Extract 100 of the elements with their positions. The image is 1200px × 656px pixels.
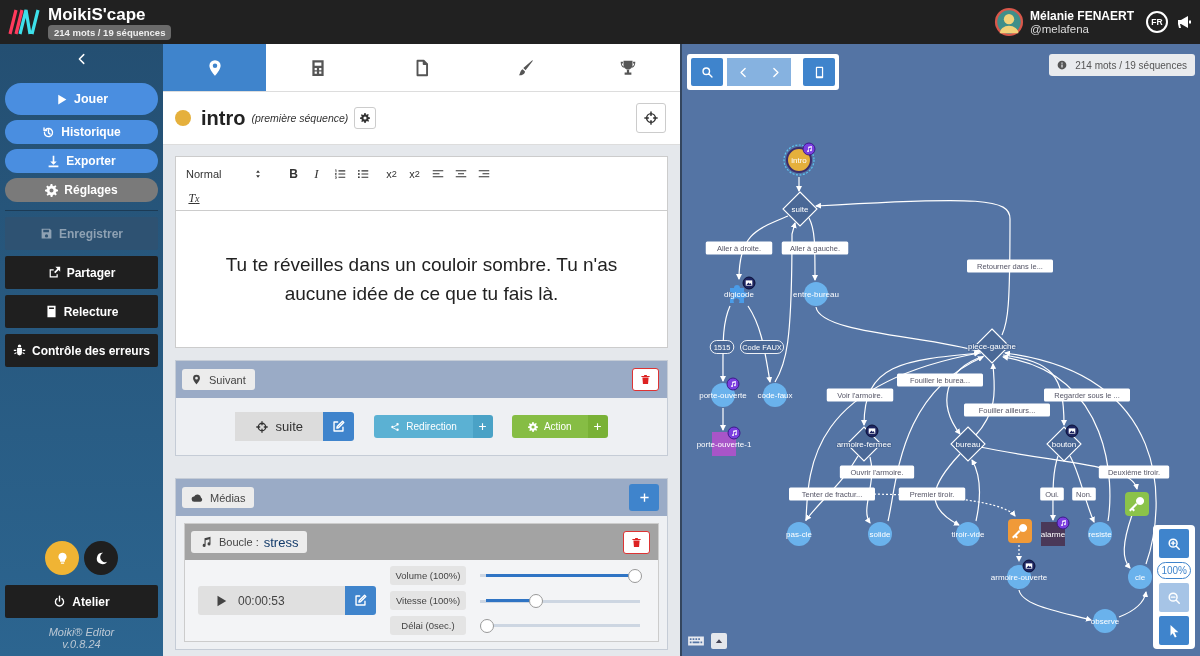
node-label: alarme — [1040, 530, 1066, 539]
edit-button[interactable] — [345, 586, 376, 615]
power-icon — [53, 595, 67, 608]
scene-node[interactable] — [1128, 565, 1152, 589]
align-left-icon — [431, 168, 444, 180]
edit-button[interactable] — [323, 412, 355, 441]
edit-icon — [354, 594, 367, 607]
crosshair-icon — [644, 111, 658, 125]
trash-icon — [640, 374, 651, 385]
plus-icon — [638, 492, 650, 503]
key-node[interactable] — [1125, 492, 1149, 516]
slider-thumb[interactable] — [628, 568, 642, 583]
mobile-view-button[interactable] — [803, 58, 835, 86]
edit-icon — [332, 420, 346, 433]
slider-label: Volume (100%) — [390, 566, 466, 585]
version-label: v.0.8.24 — [62, 638, 101, 650]
audio-player[interactable]: 00:00:53 — [198, 586, 345, 615]
moon-icon — [94, 551, 108, 565]
node-label: observe — [1090, 617, 1120, 626]
stats-text: 214 mots / 19 séquences — [1075, 59, 1187, 71]
book-icon — [44, 305, 58, 318]
add-action-button[interactable] — [587, 415, 608, 438]
section-title: Médias — [210, 491, 246, 504]
sidebar-button[interactable]: Contrôle des erreurs — [5, 334, 158, 367]
add-redirection-button[interactable] — [472, 415, 493, 438]
choice-node[interactable] — [950, 426, 986, 462]
locate-button[interactable] — [636, 103, 666, 133]
target-field[interactable]: suite — [235, 412, 324, 441]
app-title: MoikiS'cape — [48, 4, 146, 24]
workshop-button[interactable]: Atelier — [5, 585, 158, 618]
align-right-icon — [477, 168, 490, 180]
plus-icon — [593, 422, 603, 431]
scene-node[interactable] — [1088, 522, 1112, 546]
user-handle: @melafena — [1030, 23, 1090, 35]
user-name: Mélanie FENAERT — [1030, 9, 1134, 23]
connector — [1118, 591, 1148, 618]
scene-node[interactable] — [868, 522, 892, 546]
align-center-icon — [454, 168, 467, 180]
sidebar-button[interactable]: Partager — [5, 256, 158, 289]
tab[interactable] — [163, 44, 267, 91]
italic-button[interactable]: I — [305, 165, 328, 183]
delete-button[interactable] — [632, 368, 659, 391]
slider-thumb[interactable] — [528, 593, 543, 608]
save-icon — [40, 227, 53, 240]
node-label: intro — [791, 156, 807, 165]
zoom-out-icon — [1167, 590, 1182, 605]
key-node[interactable] — [1008, 519, 1032, 543]
expand-button[interactable] — [711, 633, 727, 649]
announcements-button[interactable] — [1176, 14, 1192, 30]
connector — [796, 176, 802, 192]
section-title: Suivant — [209, 373, 246, 386]
plus-icon — [478, 422, 488, 431]
slider-label: Vitesse (100%) — [390, 591, 466, 610]
bold-button[interactable]: B — [282, 165, 305, 183]
zoom-in-button[interactable] — [1159, 529, 1190, 558]
download-icon — [47, 154, 61, 168]
choice-node[interactable] — [782, 191, 818, 227]
node-label: porte-ouverte-1 — [696, 440, 752, 449]
node-label: code-faux — [757, 391, 793, 400]
info-icon — [1057, 60, 1068, 70]
story-text[interactable]: Tu te réveilles dans un couloir sombre. Tu n'as aucune idée de ce que tu fais là. — [176, 211, 667, 347]
crosshair-icon — [255, 420, 268, 433]
theme-toggle[interactable] — [45, 541, 79, 575]
share-icon — [47, 266, 61, 279]
trash-icon — [631, 536, 642, 548]
media-name: stress — [263, 534, 299, 550]
sidebar-button[interactable]: Relecture — [5, 295, 158, 328]
target-name: suite — [275, 419, 304, 434]
history-icon — [42, 125, 56, 139]
add-media-button[interactable] — [629, 484, 659, 511]
settings-button[interactable] — [354, 107, 377, 129]
slider-label: Délai (0sec.) — [390, 616, 466, 635]
sidebar-button[interactable]: Réglages — [5, 178, 158, 202]
node-label: armoire-ouverte — [990, 573, 1048, 582]
square-node[interactable] — [1041, 522, 1065, 546]
format-select[interactable]: Normal — [186, 168, 268, 180]
avatar — [994, 7, 1024, 37]
node-label: porte-ouverte — [699, 391, 747, 400]
bullet-list-icon — [356, 168, 369, 180]
lightbulb-icon — [55, 551, 69, 565]
scene-node[interactable] — [1093, 609, 1117, 633]
share-nodes-icon — [390, 421, 401, 432]
slider-thumb[interactable] — [480, 618, 494, 633]
audio-time: 00:00:53 — [238, 593, 285, 608]
logo-icon — [8, 8, 40, 36]
megaphone-icon — [1176, 14, 1192, 30]
gear-icon — [45, 183, 59, 197]
search-button[interactable] — [691, 58, 723, 86]
gear-icon — [527, 421, 538, 432]
node-label: digicode — [724, 290, 754, 299]
media-type: Boucle : — [219, 536, 259, 548]
theme-toggle[interactable] — [84, 541, 118, 575]
node-label: suite — [791, 205, 809, 214]
delete-button[interactable] — [623, 530, 650, 554]
select-tool-button[interactable] — [1159, 616, 1190, 645]
node-label: resiste — [1088, 530, 1112, 539]
music-note-icon — [200, 536, 212, 548]
language-button[interactable]: FR — [1146, 11, 1168, 33]
connector — [720, 407, 726, 431]
scene-node[interactable] — [787, 522, 811, 546]
